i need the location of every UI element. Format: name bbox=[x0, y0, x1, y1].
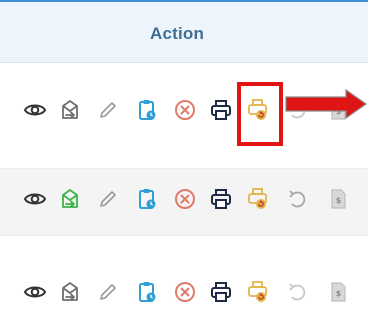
table-row: $ bbox=[0, 262, 368, 330]
reprint-icon[interactable] bbox=[246, 280, 270, 304]
table-header: Action bbox=[0, 0, 368, 63]
undo-icon[interactable] bbox=[285, 187, 309, 211]
eye-icon[interactable] bbox=[23, 187, 47, 211]
clipboard-clock-icon[interactable] bbox=[135, 187, 159, 211]
highlight-box bbox=[237, 82, 283, 146]
svg-text:$: $ bbox=[336, 196, 342, 205]
cancel-icon[interactable] bbox=[173, 280, 197, 304]
undo-icon[interactable] bbox=[285, 280, 309, 304]
eye-icon[interactable] bbox=[23, 280, 47, 304]
cancel-icon[interactable] bbox=[173, 98, 197, 122]
action-column-header: Action bbox=[150, 24, 205, 43]
pencil-icon[interactable] bbox=[96, 187, 120, 211]
clipboard-clock-icon[interactable] bbox=[135, 98, 159, 122]
pencil-icon[interactable] bbox=[96, 280, 120, 304]
pencil-icon[interactable] bbox=[96, 98, 120, 122]
eye-icon[interactable] bbox=[23, 98, 47, 122]
printer-icon[interactable] bbox=[209, 187, 233, 211]
document-dollar-icon[interactable]: $ bbox=[326, 280, 350, 304]
mail-send-icon[interactable] bbox=[58, 187, 82, 211]
table-row: $ bbox=[0, 168, 368, 236]
printer-icon[interactable] bbox=[209, 98, 233, 122]
reprint-icon[interactable] bbox=[246, 187, 270, 211]
printer-icon[interactable] bbox=[209, 280, 233, 304]
clipboard-clock-icon[interactable] bbox=[135, 280, 159, 304]
pointer-arrow-icon bbox=[285, 88, 368, 120]
cancel-icon[interactable] bbox=[173, 187, 197, 211]
mail-send-icon[interactable] bbox=[58, 98, 82, 122]
document-dollar-icon[interactable]: $ bbox=[326, 187, 350, 211]
mail-send-icon[interactable] bbox=[58, 280, 82, 304]
svg-text:$: $ bbox=[336, 289, 342, 298]
